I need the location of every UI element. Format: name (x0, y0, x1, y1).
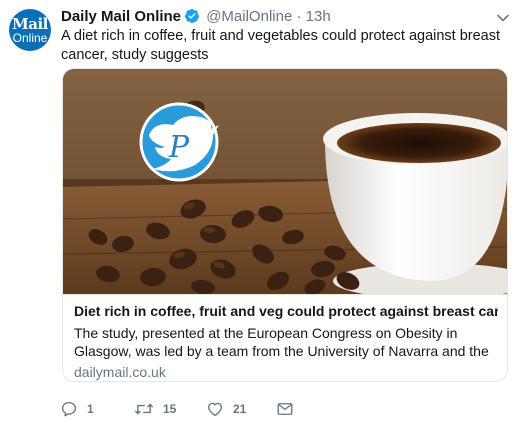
reply-button[interactable]: 1 (60, 399, 94, 419)
retweet-count: 15 (163, 402, 177, 416)
reply-count: 1 (87, 402, 94, 416)
tweet-timestamp[interactable]: 13h (306, 8, 331, 25)
like-button[interactable]: 21 (206, 399, 246, 419)
card-domain: dailymail.co.uk (74, 364, 166, 380)
tweet-header: Daily Mail Online @MailOnline · 13h (61, 7, 331, 27)
link-card[interactable]: P Diet rich in coffee, fruit and veg cou… (62, 68, 508, 382)
direct-message-button[interactable] (276, 399, 294, 419)
avatar-logo-line2: Online (12, 31, 48, 45)
tweet[interactable]: Mail Online Daily Mail Online @MailOnlin… (0, 0, 520, 426)
envelope-icon (276, 400, 294, 418)
card-title: Diet rich in coffee, fruit and veg could… (74, 303, 498, 319)
tweet-text: A diet rich in coffee, fruit and vegetab… (61, 28, 501, 63)
retweet-icon (134, 400, 154, 418)
separator-dot: · (296, 8, 302, 25)
card-description: The study, presented at the European Con… (74, 325, 489, 359)
card-body: Diet rich in coffee, fruit and veg could… (63, 294, 507, 381)
watermark-logo: P (139, 102, 219, 182)
author-name[interactable]: Daily Mail Online (61, 8, 181, 25)
reply-icon (60, 400, 78, 418)
watermark-letter: P (168, 130, 190, 165)
avatar-logo-line1: Mail (12, 15, 48, 33)
avatar[interactable]: Mail Online (9, 9, 51, 51)
retweet-button[interactable]: 15 (134, 399, 176, 419)
author-handle[interactable]: @MailOnline (206, 8, 292, 25)
card-image: P (63, 69, 507, 294)
like-count: 21 (233, 402, 247, 416)
heart-icon (206, 400, 224, 418)
chevron-down-icon[interactable] (496, 11, 510, 25)
tweet-actions: 1 15 21 (60, 399, 310, 419)
